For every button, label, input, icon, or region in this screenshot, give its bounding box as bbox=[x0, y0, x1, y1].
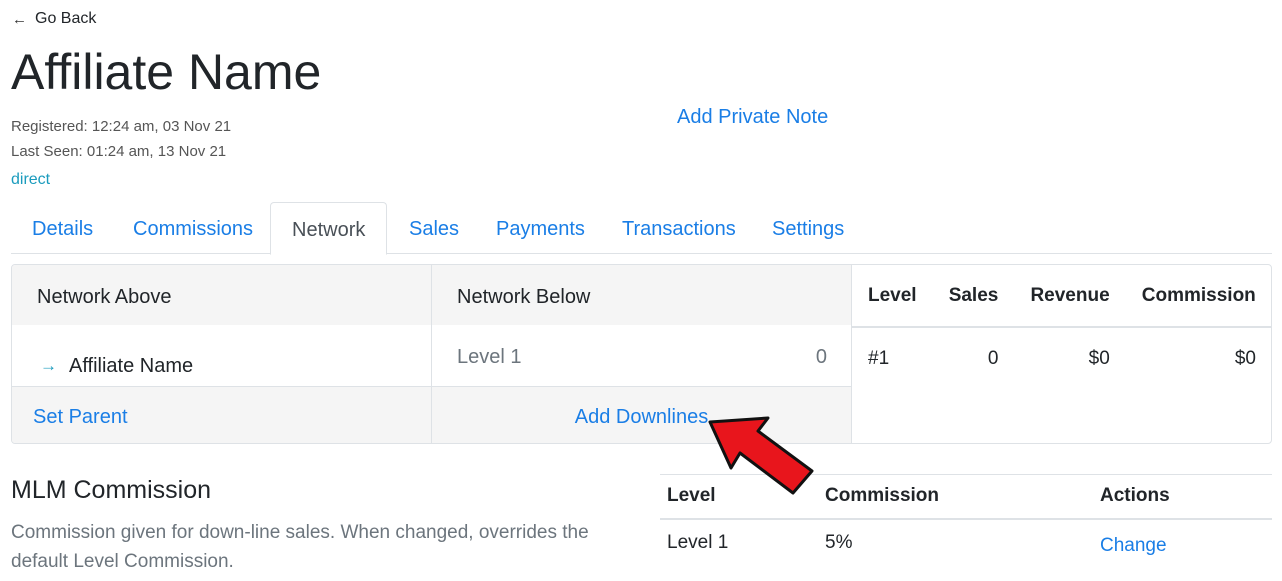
network-above-header: Network Above bbox=[12, 265, 431, 325]
page-title: Affiliate Name bbox=[11, 44, 322, 100]
registered-date: Registered: 12:24 am, 03 Nov 21 bbox=[11, 118, 232, 135]
table-row: #1 0 $0 $0 bbox=[852, 327, 1271, 389]
source-badge: direct bbox=[11, 171, 51, 188]
mlm-header-commission: Commission bbox=[818, 474, 1093, 520]
change-commission-link[interactable]: Change bbox=[1100, 535, 1167, 556]
mlm-commission-description: Commission given for down-line sales. Wh… bbox=[11, 522, 589, 572]
stats-header-level: Level bbox=[852, 265, 933, 328]
arrow-right-icon: → bbox=[40, 356, 57, 375]
mlm-level: Level 1 bbox=[667, 532, 729, 553]
stats-revenue: $0 bbox=[1088, 347, 1110, 369]
mlm-commission-title: MLM Commission bbox=[11, 476, 212, 504]
tab-sales[interactable]: Sales bbox=[409, 202, 459, 254]
tab-details[interactable]: Details bbox=[32, 202, 93, 254]
stats-header-sales: Sales bbox=[932, 265, 1015, 328]
go-back-label: Go Back bbox=[35, 10, 97, 27]
last-seen-date: Last Seen: 01:24 am, 13 Nov 21 bbox=[11, 143, 227, 160]
add-downlines-link[interactable]: Add Downlines bbox=[575, 406, 708, 428]
network-above-column: Network Above → Affiliate Name Set Paren… bbox=[12, 265, 432, 443]
network-card: Network Above → Affiliate Name Set Paren… bbox=[11, 264, 1272, 444]
stats-commission: $0 bbox=[1234, 347, 1256, 369]
tab-commissions[interactable]: Commissions bbox=[133, 202, 253, 254]
network-below-level: Level 1 bbox=[457, 346, 522, 368]
mlm-commission: 5% bbox=[825, 532, 853, 553]
add-private-note-link[interactable]: Add Private Note bbox=[677, 106, 828, 129]
network-stats-table: Level Sales Revenue Commission #1 0 $0 $… bbox=[852, 265, 1271, 443]
go-back-link[interactable]: ← Go Back bbox=[12, 10, 96, 28]
network-below-level-row: Level 1 0 bbox=[432, 325, 851, 386]
network-below-header: Network Below bbox=[432, 265, 851, 325]
table-row: Level 1 5% Change bbox=[660, 519, 1272, 567]
tab-payments[interactable]: Payments bbox=[496, 202, 585, 254]
tab-settings[interactable]: Settings bbox=[772, 202, 844, 254]
stats-header-commission: Commission bbox=[1125, 265, 1271, 328]
network-above-affiliate: Affiliate Name bbox=[69, 354, 194, 377]
stats-level: #1 bbox=[868, 347, 890, 369]
stats-sales: 0 bbox=[987, 347, 999, 369]
mlm-header-actions: Actions bbox=[1093, 474, 1272, 520]
network-above-footer: Set Parent bbox=[12, 386, 431, 443]
arrow-left-icon: ← bbox=[12, 10, 27, 28]
tab-network[interactable]: Network bbox=[270, 202, 388, 255]
tab-bar: Details Commissions Network Sales Paymen… bbox=[11, 202, 1272, 255]
network-above-item[interactable]: → Affiliate Name bbox=[12, 325, 431, 386]
tab-transactions[interactable]: Transactions bbox=[622, 202, 736, 254]
network-below-count: 0 bbox=[815, 346, 827, 368]
annotation-arrow-icon bbox=[708, 416, 814, 495]
set-parent-link[interactable]: Set Parent bbox=[33, 406, 128, 428]
stats-header-revenue: Revenue bbox=[1014, 265, 1126, 328]
